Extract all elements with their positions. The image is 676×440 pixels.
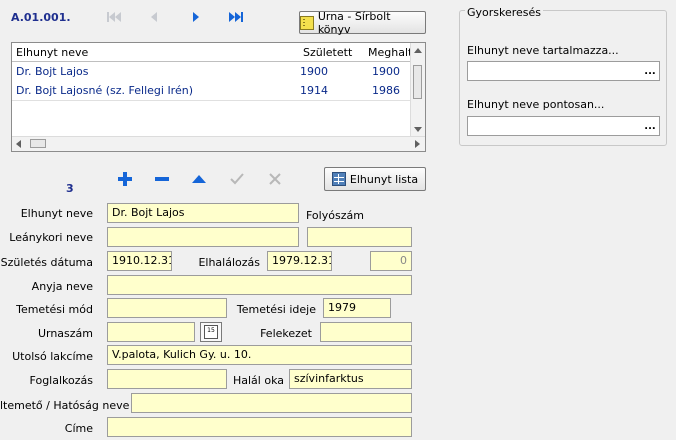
col-header-died[interactable]: Meghalt <box>368 46 412 59</box>
table-row[interactable]: Dr. Bojt Lajosné (sz. Fellegi Irén) 1914… <box>12 81 413 101</box>
delete-record-icon[interactable] <box>153 170 171 188</box>
grid-header: Elhunyt neve Született Meghalt <box>12 43 413 62</box>
ellipsis-icon[interactable]: ... <box>641 62 659 80</box>
burial-time-field[interactable]: 1979 <box>323 298 391 318</box>
book-icon <box>300 15 314 30</box>
name-contains-input[interactable]: ... <box>467 61 660 81</box>
scroll-up-icon[interactable] <box>414 48 422 53</box>
maiden-name-label: Leánykori neve <box>9 231 93 244</box>
last-record-icon[interactable] <box>227 10 245 24</box>
confirm-icon[interactable] <box>228 170 246 188</box>
undertaker-label: ltemető / Hatóság neve <box>0 399 130 412</box>
undertaker-address-label: Címe <box>64 422 93 435</box>
first-record-icon[interactable] <box>105 10 123 24</box>
religion-field[interactable] <box>320 322 412 342</box>
calendar-button[interactable]: 15 <box>200 322 222 342</box>
elhunyt-lista-button[interactable]: Elhunyt lista <box>324 167 426 191</box>
folyoszam-label: Folyószám <box>306 209 364 222</box>
undertaker-address-field[interactable] <box>107 417 412 437</box>
row-name: Dr. Bojt Lajos <box>16 65 89 78</box>
birth-date-label: Születés dátuma <box>0 256 93 269</box>
elhunyt-lista-label: Elhunyt lista <box>349 172 419 186</box>
table-row[interactable]: Dr. Bojt Lajos 1900 1900 <box>12 62 413 82</box>
burial-time-label: Temetési ideje <box>236 303 316 316</box>
urn-number-label: Urnaszám <box>37 327 93 340</box>
calendar-icon: 15 <box>204 325 218 339</box>
ellipsis-icon[interactable]: ... <box>641 117 659 135</box>
list-icon <box>331 172 346 186</box>
last-address-label: Utolsó lakcíme <box>12 350 93 363</box>
row-died: 1986 <box>372 84 400 97</box>
urna-sirbolt-label: Urna - Sírbolt könyv <box>317 9 391 36</box>
row-born: 1900 <box>300 65 328 78</box>
row-name: Dr. Bojt Lajosné (sz. Fellegi Irén) <box>16 84 193 97</box>
folyoszam-field[interactable] <box>307 227 412 247</box>
death-date-field[interactable]: 1979.12.31 <box>267 251 332 271</box>
name-field[interactable]: Dr. Bojt Lajos <box>107 203 299 223</box>
urna-sirbolt-button[interactable]: Urna - Sírbolt könyv <box>299 9 426 36</box>
row-died: 1900 <box>372 65 400 78</box>
undertaker-field[interactable] <box>131 393 412 413</box>
birth-date-field[interactable]: 1910.12.31 <box>107 251 172 271</box>
cause-of-death-label: Halál oka <box>232 374 284 387</box>
occupation-field[interactable] <box>107 369 227 389</box>
vertical-scroll-thumb[interactable] <box>413 65 422 99</box>
add-record-icon[interactable] <box>116 170 134 188</box>
vertical-scrollbar[interactable] <box>410 43 425 137</box>
deceased-grid[interactable]: Elhunyt neve Született Meghalt Dr. Bojt … <box>11 42 426 152</box>
urn-number-field[interactable] <box>107 322 195 342</box>
record-number: 3 <box>66 182 74 195</box>
cancel-icon[interactable] <box>266 170 284 188</box>
col-header-born[interactable]: Született <box>303 46 352 59</box>
contains-label: Elhunyt neve tartalmazza... <box>467 44 619 57</box>
next-record-icon[interactable] <box>187 10 205 24</box>
death-date-label: Elhalálozás <box>198 256 260 269</box>
horizontal-scrollbar[interactable] <box>12 136 425 151</box>
horizontal-scroll-thumb[interactable] <box>30 139 46 148</box>
col-header-name[interactable]: Elhunyt neve <box>16 46 88 59</box>
occupation-label: Foglalkozás <box>29 374 93 387</box>
exact-label: Elhunyt neve pontosan... <box>467 98 605 111</box>
mother-name-field[interactable] <box>107 275 412 295</box>
religion-label: Felekezet <box>260 327 312 340</box>
scroll-left-icon[interactable] <box>16 140 21 148</box>
burial-mode-label: Temetési mód <box>16 303 93 316</box>
quick-search-title: Gyorskeresés <box>465 6 544 19</box>
edit-record-icon[interactable] <box>190 170 208 188</box>
burial-mode-field[interactable] <box>107 298 227 318</box>
scroll-right-icon[interactable] <box>415 140 420 148</box>
last-address-field[interactable]: V.palota, Kulich Gy. u. 10. <box>107 345 412 365</box>
name-exact-input[interactable]: ... <box>467 116 660 136</box>
name-label: Elhunyt neve <box>20 207 93 220</box>
maiden-name-field[interactable] <box>107 227 299 247</box>
scroll-down-icon[interactable] <box>414 127 422 132</box>
previous-record-icon[interactable] <box>145 10 163 24</box>
age-field[interactable]: 0 <box>370 251 412 271</box>
cause-of-death-field[interactable]: szívinfarktus <box>289 369 412 389</box>
form-code: A.01.001. <box>11 11 71 24</box>
mother-name-label: Anyja neve <box>31 280 93 293</box>
row-born: 1914 <box>300 84 328 97</box>
